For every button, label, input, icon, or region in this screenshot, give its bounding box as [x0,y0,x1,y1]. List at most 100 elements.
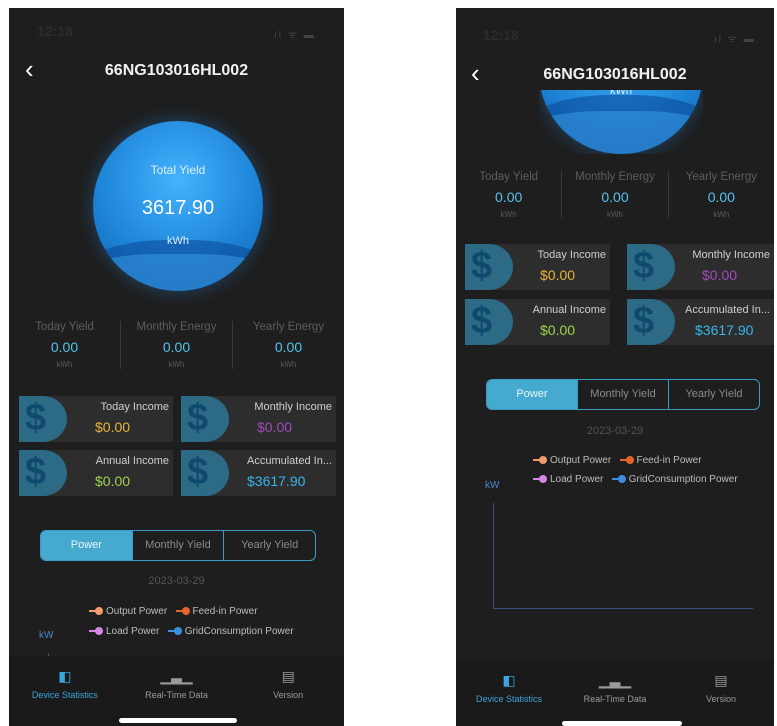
dollar-icon: $ [465,244,513,290]
stat-yearly-energy: Yearly Energy 0.00 kWh [233,321,344,369]
tab-monthly-yield[interactable]: Monthly Yield [133,531,225,560]
tab-device-statistics[interactable]: ◧ Device Statistics [456,660,562,726]
total-yield-label: Total Yield [150,163,206,177]
dollar-icon: $ [627,299,675,345]
stat-unit: kWh [606,210,623,219]
card-label: Accumulated In... [685,304,770,316]
dollar-icon: $ [19,396,67,442]
chart-mode-segmented-control[interactable]: Power Monthly Yield Yearly Yield [40,530,316,561]
card-label: Monthly Income [254,401,332,413]
tab-power[interactable]: Power [41,531,133,560]
tab-device-statistics[interactable]: ◧ Device Statistics [9,656,121,726]
stat-monthly-energy: Monthly Energy 0.00 kWh [121,321,233,369]
tab-version[interactable]: ▤ Version [232,656,344,726]
card-label: Annual Income [532,304,606,316]
total-yield-circle-clip: kWh [539,90,703,154]
legend-row-1: Output Power Feed-in Power [533,455,702,466]
accumulated-income-card: $ Accumulated In... $3617.90 [627,299,774,345]
tab-yearly-yield[interactable]: Yearly Yield [224,531,315,560]
chart-y-axis [493,503,494,608]
device-statistics-icon: ◧ [58,668,72,684]
status-icons: ıl ᯤ ▬ [714,34,756,45]
chart-mode-segmented-control[interactable]: Power Monthly Yield Yearly Yield [486,379,760,410]
stat-value: 0.00 [274,339,303,355]
card-label: Today Income [537,249,606,261]
total-yield-value: 3617.90 [141,197,215,219]
tab-real-time-data[interactable]: ▁▃▁ Real-Time Data [121,656,233,726]
bar-chart-icon: ▁▃▁ [598,672,632,688]
document-icon: ▤ [714,672,728,688]
dollar-icon: $ [627,244,675,290]
dollar-icon: $ [465,299,513,345]
card-label: Monthly Income [692,249,770,261]
chart-date[interactable]: 2023-03-29 [456,425,774,437]
card-value: $0.00 [702,267,738,283]
tab-version[interactable]: ▤ Version [668,660,774,726]
stat-value: 0.00 [495,189,523,205]
monthly-income-card: $ Monthly Income $0.00 [627,244,774,290]
status-time: 12:18 [483,27,519,43]
accumulated-income-card: $ Accumulated In... $3617.90 [181,450,336,496]
stat-value: 0.00 [50,339,79,355]
dollar-icon: $ [181,396,229,442]
tab-real-time-data[interactable]: ▁▃▁ Real-Time Data [562,660,668,726]
stat-unit: kWh [168,360,185,369]
page-title: 66NG103016HL002 [543,66,687,83]
stat-unit: kWh [56,360,73,369]
card-label: Accumulated In... [247,455,332,467]
yield-stats: Today Yield 0.00 kWh Monthly Energy 0.00… [9,321,344,369]
bottom-tab-bar: ◧ Device Statistics ▁▃▁ Real-Time Data ▤… [9,656,344,726]
stat-value: 0.00 [707,189,735,205]
card-value: $3617.90 [247,473,306,489]
home-indicator [562,721,682,726]
card-value: $3617.90 [695,322,754,338]
chart-date[interactable]: 2023-03-29 [9,575,344,587]
grid-consumption-power-legend-icon [173,627,182,636]
device-statistics-icon: ◧ [502,672,516,688]
stat-label: Today Yield [35,321,94,333]
load-power-legend-icon [95,627,103,636]
card-value: $0.00 [95,419,131,435]
card-value: $0.00 [540,322,576,338]
stat-today-yield: Today Yield 0.00 kWh [456,171,563,219]
card-value: $0.00 [540,267,576,283]
stat-label: Monthly Energy [575,171,655,183]
status-icons: ıl ᯤ ▬ [274,30,316,41]
total-yield-unit: kWh [610,90,632,97]
feed-in-power-legend-icon [181,607,190,616]
chart-x-axis [493,608,753,609]
tab-power[interactable]: Power [487,380,578,409]
document-icon: ▤ [281,668,295,684]
stat-today-yield: Today Yield 0.00 kWh [9,321,121,369]
tab-monthly-yield[interactable]: Monthly Yield [578,380,669,409]
chart-y-axis-label: kW [485,480,500,491]
annual-income-card: $ Annual Income $0.00 [465,299,610,345]
dollar-icon: $ [19,450,67,496]
load-power-legend-icon [539,475,547,484]
stat-unit: kWh [280,360,297,369]
dollar-icon: $ [181,450,229,496]
stat-monthly-energy: Monthly Energy 0.00 kWh [562,171,669,219]
feed-in-power-legend-icon [625,456,634,465]
stat-unit: kWh [500,210,517,219]
card-label: Annual Income [95,455,169,467]
stat-label: Monthly Energy [136,321,217,333]
page-title: 66NG103016HL002 [104,62,249,79]
total-yield-circle: Total Yield 3617.90 kWh [93,121,263,291]
tab-yearly-yield[interactable]: Yearly Yield [669,380,759,409]
stat-label: Today Yield [479,171,539,183]
output-power-legend-icon [95,607,103,616]
stat-label: Yearly Energy [252,321,325,333]
status-time: 12:18 [37,23,73,39]
monthly-income-card: $ Monthly Income $0.00 [181,396,336,442]
legend-row-2: Load Power GridConsumption Power [89,626,294,637]
stat-unit: kWh [713,210,730,219]
annual-income-card: $ Annual Income $0.00 [19,450,173,496]
phone-screen-right: 12:18 ıl ᯤ ▬ ‹ 66NG103016HL002 kWh Today… [456,8,774,726]
output-power-legend-icon [539,456,547,465]
total-yield-unit: kWh [167,235,189,247]
legend-row-2: Load Power GridConsumption Power [533,474,738,485]
today-income-card: $ Today Income $0.00 [19,396,173,442]
today-income-card: $ Today Income $0.00 [465,244,610,290]
yield-stats: Today Yield 0.00 kWh Monthly Energy 0.00… [456,171,774,219]
